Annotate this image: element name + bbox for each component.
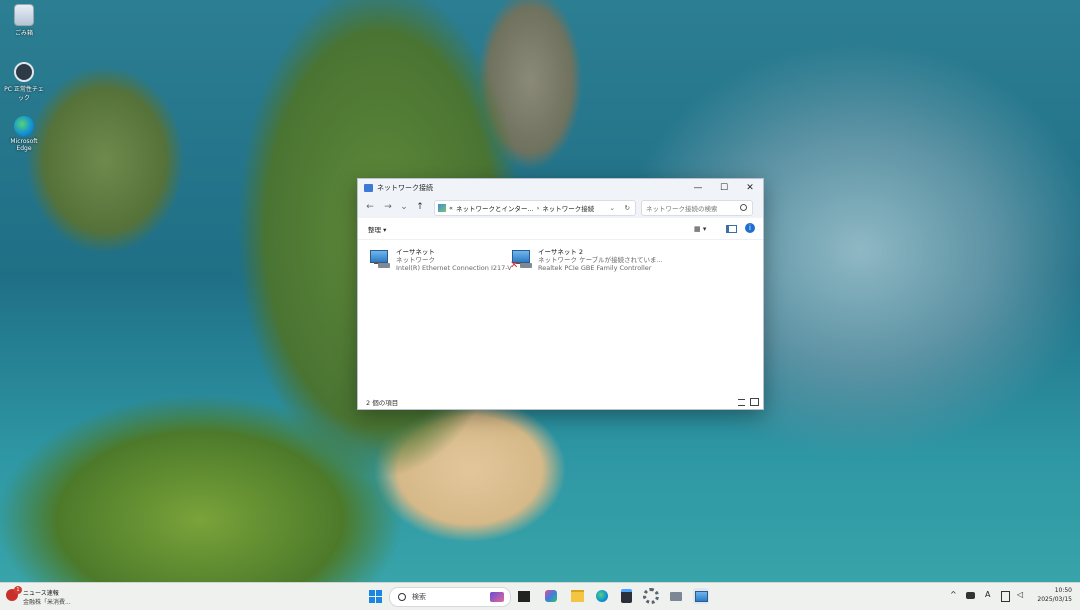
edge-icon[interactable] (594, 588, 610, 604)
clock-time: 10:50 (1054, 587, 1072, 594)
search-icon (740, 204, 747, 211)
back-button[interactable]: ← (363, 200, 377, 214)
file-explorer-icon[interactable] (569, 588, 585, 604)
recent-locations-button[interactable]: ⌄ (397, 200, 411, 214)
adapter-device: Realtek PCIe GBE Family Controller (538, 264, 652, 272)
tray-overflow-chevron[interactable]: ^ (950, 590, 957, 599)
status-bar: 2 個の項目 (358, 395, 763, 409)
maximize-button[interactable]: ☐ (711, 179, 737, 196)
details-view-icon[interactable] (738, 399, 745, 406)
desktop-icon-label: PC 正常性チェック (4, 86, 44, 102)
volume-icon[interactable]: ◁ (1017, 590, 1023, 599)
desktop-icon-label: ごみ箱 (14, 30, 33, 37)
recycle-bin-icon (14, 4, 34, 26)
window-title: ネットワーク接続 (377, 183, 433, 192)
error-x-icon: ✕ (510, 260, 519, 271)
breadcrumb-overflow[interactable]: « (449, 204, 453, 212)
windows-logo-icon (368, 589, 382, 603)
desktop-icon-edge[interactable]: Microsoft Edge (4, 116, 44, 152)
desktop-icon-recycle-bin[interactable]: ごみ箱 (4, 4, 44, 37)
ime-indicator[interactable]: A (985, 590, 990, 599)
search-highlight-icon (490, 592, 504, 602)
large-icons-view-icon[interactable] (750, 398, 759, 406)
adapter-device: Intel(R) Ethernet Connection I217-V (396, 264, 512, 272)
adapter-ethernet[interactable]: イーサネット ネットワーク Intel(R) Ethernet Connecti… (368, 248, 512, 272)
edge-icon (14, 116, 34, 136)
desktop-icon-label: Microsoft Edge (10, 138, 38, 152)
copilot-icon[interactable] (543, 588, 559, 604)
command-bar: 整理 ▾ ▦ ▾ i (358, 218, 763, 240)
address-bar[interactable]: « ネットワークとインター... › ネットワーク接続 ⌄ ↻ (434, 200, 636, 216)
search-icon (398, 593, 406, 601)
minimize-button[interactable]: — (685, 179, 711, 196)
adapter-name: イーサネット 2 (538, 248, 584, 256)
settings-gear-icon[interactable] (643, 588, 659, 604)
up-button[interactable]: ↑ (413, 200, 427, 214)
item-count: 2 個の項目 (366, 399, 399, 407)
news-subtitle: 金融株「米消費... (23, 599, 71, 606)
network-connections-window: ネットワーク接続 — ☐ ✕ ← → ⌄ ↑ « ネットワークとインター... … (357, 178, 764, 410)
network-connections-taskbar-icon[interactable] (668, 588, 684, 604)
close-button[interactable]: ✕ (737, 179, 763, 196)
taskbar-search[interactable]: 検索 (389, 587, 511, 607)
network-icon[interactable] (1001, 591, 1010, 602)
refresh-icon[interactable]: ↻ (625, 204, 630, 212)
start-button[interactable] (367, 588, 383, 604)
taskbar: 1 ニュース速報 金融株「米消費... 検索 ^ A ◁ 10:50 2025/… (0, 582, 1080, 610)
news-badge: 1 (14, 586, 22, 594)
store-icon[interactable] (618, 588, 634, 604)
news-title: ニュース速報 (23, 590, 59, 597)
adapter-status: ネットワーク ケーブルが接続されていま... (538, 256, 663, 264)
title-bar[interactable]: ネットワーク接続 — ☐ ✕ (358, 179, 763, 196)
breadcrumb-network-connections[interactable]: ネットワーク接続 (542, 203, 594, 213)
control-panel-taskbar-icon[interactable] (693, 588, 709, 604)
navigation-bar: ← → ⌄ ↑ « ネットワークとインター... › ネットワーク接続 ⌄ ↻ … (358, 196, 763, 218)
network-folder-icon (364, 183, 373, 192)
news-widget[interactable]: 1 ニュース速報 金融株「米消費... (6, 586, 86, 606)
address-dropdown-icon[interactable]: ⌄ (610, 204, 615, 212)
pc-health-check-icon (14, 62, 34, 82)
desktop-icon-pc-health[interactable]: PC 正常性チェック (4, 62, 44, 102)
clock-date: 2025/03/15 (1037, 596, 1072, 603)
taskbar-search-label: 検索 (412, 593, 426, 601)
breadcrumb-separator[interactable]: › (537, 204, 540, 212)
adapter-status: ネットワーク (396, 256, 435, 264)
control-panel-icon (438, 204, 446, 212)
network-adapter-icon: ✕ (510, 248, 534, 271)
search-input[interactable]: ネットワーク接続の検索 (646, 203, 718, 213)
preview-pane-icon[interactable] (726, 225, 737, 233)
adapter-name: イーサネット (396, 248, 435, 256)
network-adapter-icon (368, 248, 392, 270)
onedrive-icon[interactable] (966, 592, 975, 599)
search-box[interactable]: ネットワーク接続の検索 (641, 200, 753, 216)
clock[interactable]: 10:50 2025/03/15 (1036, 587, 1072, 603)
organize-button[interactable]: 整理 ▾ (368, 224, 386, 234)
view-options-button[interactable]: ▦ ▾ (694, 225, 706, 233)
breadcrumb-network-internet[interactable]: ネットワークとインター... (456, 203, 534, 213)
help-icon[interactable]: i (745, 223, 755, 233)
adapter-ethernet-2[interactable]: ✕ イーサネット 2 ネットワーク ケーブルが接続されていま... Realte… (510, 248, 663, 272)
forward-button[interactable]: → (381, 200, 395, 214)
task-view-icon[interactable] (516, 588, 532, 604)
